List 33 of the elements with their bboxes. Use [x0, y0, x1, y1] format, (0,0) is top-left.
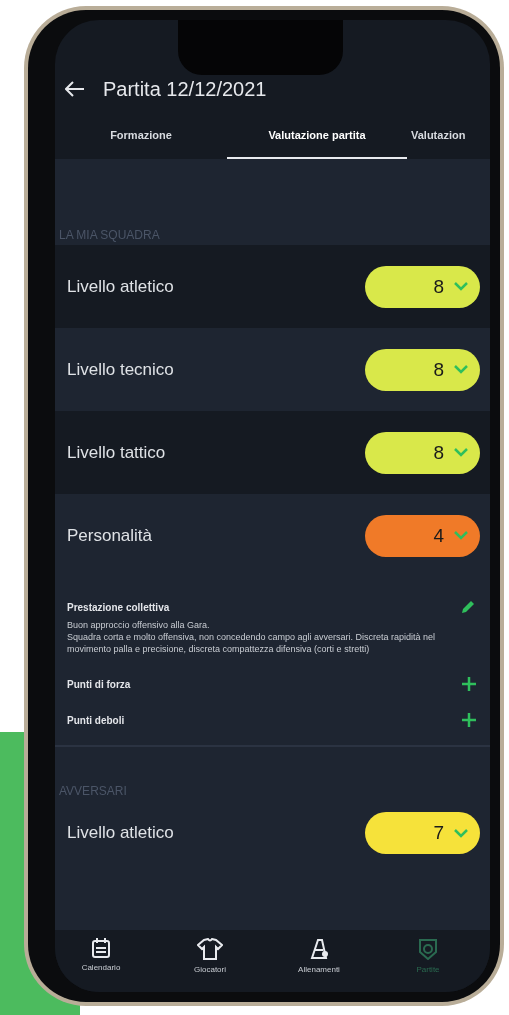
rating-label: Livello atletico — [67, 276, 174, 297]
notes-text: Buon approccio offensivo alla Gara. Squadra corta e molto offensiva, non concedendo campo agli avversari. Discreta rapidità nel movimento palla e precisione, discreta compattezza difensiva (corti e stretti) — [67, 619, 437, 655]
jersey-icon — [197, 938, 223, 960]
rating-dropdown[interactable]: 8 — [365, 265, 480, 308]
rating-label: Livello tattico — [67, 442, 166, 463]
rating-dropdown[interactable]: 7 — [365, 812, 480, 854]
chevron-down-icon — [454, 448, 468, 457]
calendar-icon — [92, 938, 110, 958]
nav-item[interactable]: Calendario — [61, 930, 141, 992]
rating-label: Personalità — [67, 525, 153, 546]
rating-dropdown[interactable]: 8 — [365, 431, 480, 474]
nav-item[interactable]: Allenamenti — [279, 930, 359, 992]
tab[interactable]: Valutazion — [407, 112, 490, 159]
chevron-down-icon — [454, 828, 468, 838]
cone-icon — [308, 938, 330, 960]
rating-label: Livello atletico — [67, 823, 174, 843]
screen-title: Partita 12/12/2021 — [103, 77, 267, 101]
plus-icon[interactable] — [462, 713, 476, 727]
notes-item-label: Punti deboli — [67, 714, 125, 726]
plus-icon[interactable] — [462, 677, 476, 691]
nav-item[interactable]: Giocatori — [170, 930, 250, 992]
pencil-icon[interactable] — [460, 599, 476, 615]
notes-title: Prestazione collettiva — [67, 601, 170, 613]
shield-icon — [418, 938, 438, 960]
rating-dropdown[interactable]: 8 — [365, 348, 480, 391]
rating-dropdown[interactable]: 4 — [365, 514, 480, 557]
chevron-down-icon — [454, 531, 468, 540]
tab[interactable]: Formazione — [55, 112, 227, 159]
chevron-down-icon — [454, 282, 468, 291]
notes-item-label: Punti di forza — [67, 678, 131, 690]
chevron-down-icon — [454, 365, 468, 374]
rating-label: Livello tecnico — [67, 359, 174, 380]
back-icon[interactable] — [65, 81, 85, 97]
